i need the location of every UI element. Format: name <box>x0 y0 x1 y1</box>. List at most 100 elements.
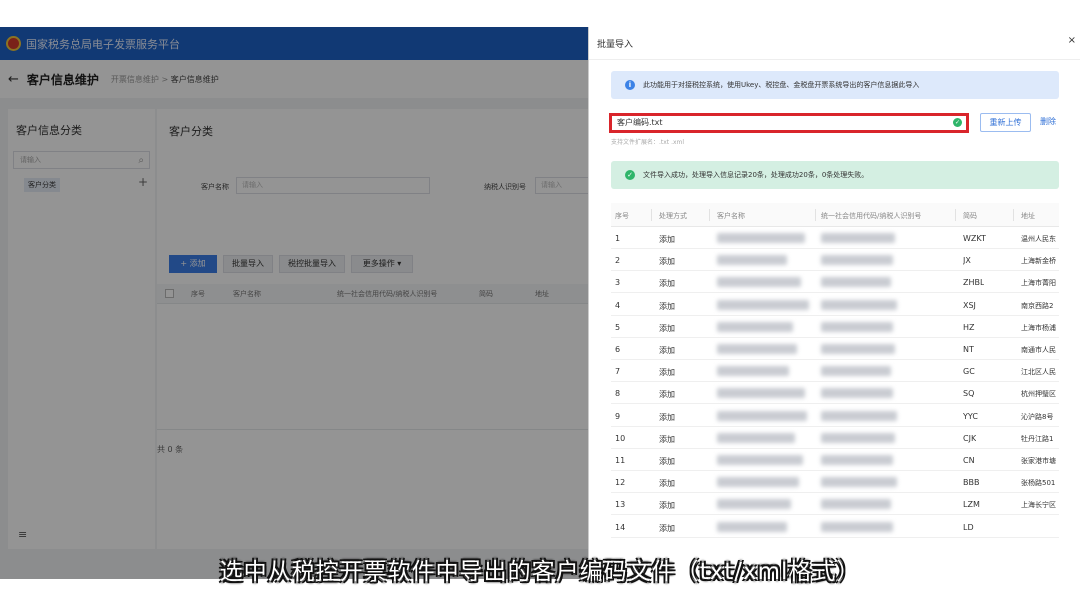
row-address: 张家港市塘 <box>1021 457 1056 465</box>
row-method: 添加 <box>659 235 675 244</box>
column-divider <box>651 209 652 221</box>
drawer-title: 批量导入 <box>597 40 634 50</box>
column-header: 处理方式 <box>659 212 687 220</box>
column-header: 客户名称 <box>717 212 745 220</box>
row-short-code: WZKT <box>963 234 986 243</box>
table-row: 14 添加 LD <box>611 516 1059 538</box>
table-row: 3 添加 ZHBL 上海市菁阳 <box>611 271 1059 294</box>
row-number: 3 <box>615 278 621 288</box>
row-number: 7 <box>615 367 621 377</box>
table-row: 2 添加 JX 上海新金桥 <box>611 249 1059 272</box>
row-short-code: SQ <box>963 389 975 399</box>
redacted-customer-name <box>717 521 787 532</box>
column-header: 序号 <box>615 212 629 220</box>
redacted-tax-id <box>821 499 891 510</box>
reupload-button[interactable]: 重新上传 <box>980 113 1031 132</box>
row-short-code: YYC <box>963 411 978 421</box>
redacted-tax-id <box>821 344 895 354</box>
redacted-customer-name <box>717 233 805 243</box>
redacted-tax-id <box>821 455 893 465</box>
redacted-customer-name <box>717 432 795 443</box>
redacted-tax-id <box>821 410 897 421</box>
row-number: 9 <box>615 411 621 421</box>
redacted-customer-name <box>717 255 787 266</box>
table-row: 9 添加 YYC 沁沪路8号 <box>611 405 1059 427</box>
column-header: 地址 <box>1021 212 1035 220</box>
row-short-code: BBB <box>963 478 980 488</box>
row-address: 温州人民东 <box>1021 235 1056 243</box>
batch-import-drawer: 批量导入 × i 此功能用于对接税控系统，使用Ukey、税控盘、金税盘开票系统导… <box>588 27 1080 579</box>
row-short-code: NT <box>963 345 974 354</box>
redacted-customer-name <box>717 477 799 488</box>
redacted-customer-name <box>717 455 803 465</box>
row-number: 10 <box>615 433 626 443</box>
check-circle-icon: ✓ <box>953 118 962 127</box>
redacted-customer-name <box>717 344 797 354</box>
redacted-customer-name <box>717 277 801 288</box>
table-row: 10 添加 CJK 牡丹江路1 <box>611 427 1059 449</box>
modal-overlay[interactable] <box>0 27 588 579</box>
table-row: 6 添加 NT 南通市人民 <box>611 338 1059 360</box>
uploaded-file-name: 客户编码.txt <box>617 118 663 127</box>
row-number: 13 <box>615 500 626 510</box>
row-method: 添加 <box>659 368 675 378</box>
table-row: 7 添加 GC 江北区人民 <box>611 360 1059 383</box>
table-row: 8 添加 SQ 杭州押璧区 <box>611 382 1059 405</box>
row-method: 添加 <box>659 390 675 400</box>
redacted-tax-id <box>821 255 893 266</box>
redacted-tax-id <box>821 521 893 532</box>
row-number: 5 <box>615 322 621 332</box>
row-short-code: CJK <box>963 433 977 443</box>
row-method: 添加 <box>659 323 675 333</box>
row-short-code: ZHBL <box>963 278 985 288</box>
table-row: 12 添加 BBB 张杨路501 <box>611 471 1059 494</box>
row-short-code: CN <box>963 456 975 465</box>
redacted-customer-name <box>717 299 809 310</box>
row-address: 牡丹江路1 <box>1021 434 1054 443</box>
redacted-tax-id <box>821 299 897 310</box>
row-method: 添加 <box>659 346 675 355</box>
row-method: 添加 <box>659 523 675 533</box>
redacted-tax-id <box>821 477 897 488</box>
row-method: 添加 <box>659 257 675 267</box>
row-number: 1 <box>615 234 621 243</box>
drawer-divider <box>589 59 1080 60</box>
row-address: 上海市菁阳 <box>1021 279 1056 288</box>
row-address: 上海长宁区 <box>1021 501 1056 510</box>
row-number: 2 <box>615 256 621 266</box>
column-divider <box>709 209 710 221</box>
redacted-customer-name <box>717 499 791 510</box>
delete-file-link[interactable]: 删除 <box>1040 116 1056 127</box>
row-address: 上海市杨浦 <box>1021 323 1056 332</box>
row-short-code: JX <box>963 256 971 266</box>
redacted-tax-id <box>821 321 893 332</box>
redacted-tax-id <box>821 432 895 443</box>
redacted-tax-id <box>821 233 895 243</box>
redacted-tax-id <box>821 366 891 377</box>
row-short-code: HZ <box>963 322 975 332</box>
table-row: 1 添加 WZKT 温州人民东 <box>611 227 1059 249</box>
row-number: 14 <box>615 522 626 532</box>
column-divider <box>955 209 956 221</box>
import-table-header: 序号 处理方式 客户名称 统一社会信用代码/纳税人识别号 简码 地址 <box>611 203 1059 227</box>
row-method: 添加 <box>659 479 675 489</box>
row-method: 添加 <box>659 434 675 444</box>
success-alert: ✓ 文件导入成功，处理导入信息记录20条，处理成功20条，0条处理失败。 <box>611 161 1059 189</box>
row-method: 添加 <box>659 412 675 422</box>
info-alert: i 此功能用于对接税控系统，使用Ukey、税控盘、金税盘开票系统导出的客户信息据… <box>611 71 1059 99</box>
table-row: 5 添加 HZ 上海市杨浦 <box>611 316 1059 338</box>
import-result-table: 序号 处理方式 客户名称 统一社会信用代码/纳税人识别号 简码 地址 1 添加 WZ… <box>611 203 1059 579</box>
column-header: 统一社会信用代码/纳税人识别号 <box>821 212 922 220</box>
row-number: 4 <box>615 300 621 310</box>
file-extension-hint: 支持文件扩展名：.txt .xml <box>611 139 685 146</box>
row-address: 江北区人民 <box>1021 368 1056 377</box>
table-row: 4 添加 XSJ 南京西路2 <box>611 294 1059 316</box>
video-caption: 选中从税控开票软件中导出的客户编码文件（txt/xml格式） <box>219 559 861 585</box>
row-short-code: LD <box>963 522 974 532</box>
redacted-customer-name <box>717 321 793 332</box>
info-alert-text: 此功能用于对接税控系统，使用Ukey、税控盘、金税盘开票系统导出的客户信息据此导… <box>643 81 920 89</box>
info-icon: i <box>625 80 635 90</box>
uploaded-file-field[interactable]: 客户编码.txt ✓ <box>609 113 969 133</box>
close-icon[interactable]: × <box>1068 35 1076 46</box>
row-address: 沁沪路8号 <box>1021 412 1054 421</box>
